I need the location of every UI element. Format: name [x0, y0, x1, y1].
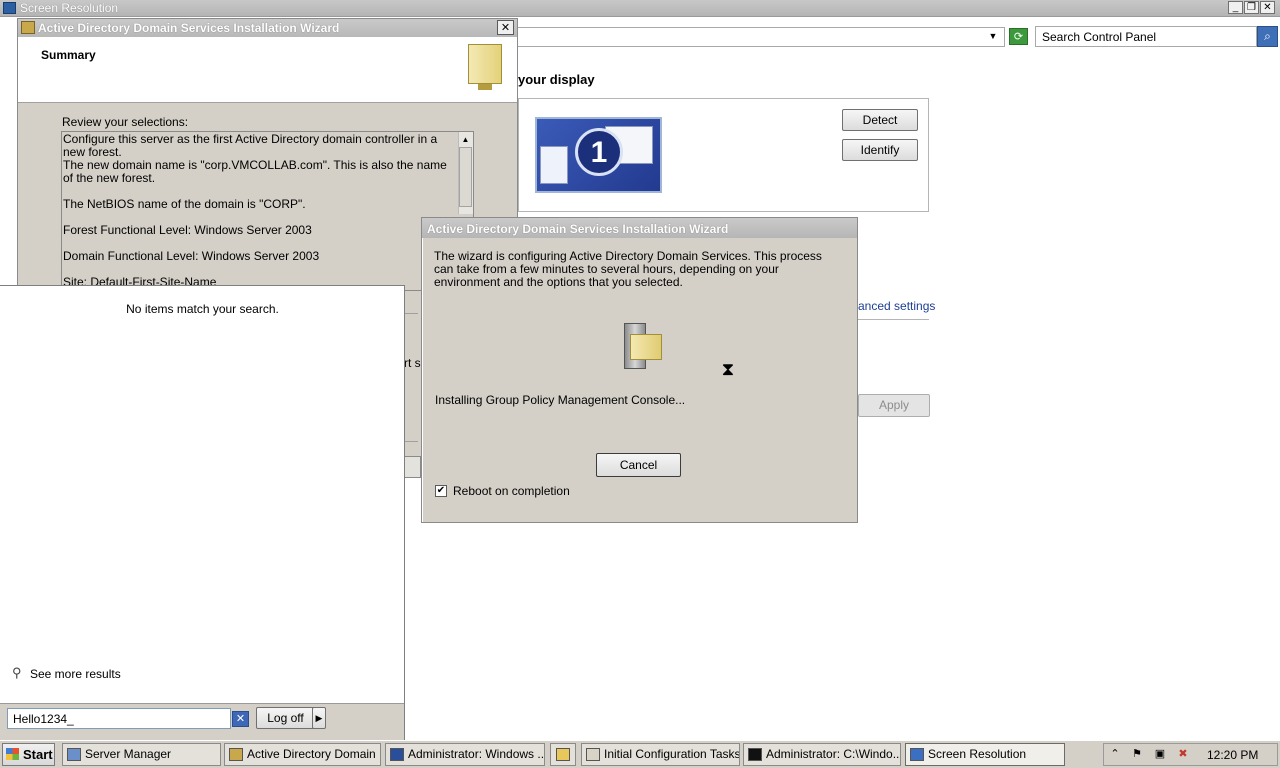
reboot-on-completion-label[interactable]: Reboot on completion	[453, 484, 570, 498]
screen-resolution-titlebar	[0, 0, 1280, 17]
no-items-message: No items match your search.	[126, 302, 279, 316]
wizard-app-icon	[21, 21, 35, 34]
volume-muted-icon[interactable]: ✖	[1176, 747, 1190, 761]
screen-resolution-app-icon	[3, 2, 16, 14]
shutdown-options-arrow-icon[interactable]: ▶	[312, 707, 326, 729]
cancel-button[interactable]: Cancel	[596, 453, 681, 477]
show-hidden-icons-icon[interactable]: ⌃	[1108, 747, 1122, 761]
monitor-window-thumbnail	[540, 146, 568, 184]
apply-button[interactable]: Apply	[858, 394, 930, 417]
summary-line: The new domain name is "corp.VMCOLLAB.co…	[63, 158, 447, 185]
clear-search-icon[interactable]: ✕	[232, 711, 249, 727]
reboot-on-completion-checkbox[interactable]: ✔	[435, 485, 447, 497]
minimize-button[interactable]: _	[1228, 1, 1243, 14]
progress-message: The wizard is configuring Active Directo…	[434, 249, 822, 289]
start-search-input[interactable]: Hello1234_	[7, 708, 231, 729]
windows-logo-icon	[6, 748, 19, 760]
wizard-close-button[interactable]: ✕	[497, 20, 514, 35]
folder-icon	[556, 748, 570, 761]
wizard-header	[18, 37, 517, 103]
chevron-down-icon[interactable]: ▼	[987, 30, 999, 42]
command-prompt-icon	[748, 748, 762, 761]
taskbar-server-manager[interactable]: Server Manager	[62, 743, 221, 766]
network-icon[interactable]: ▣	[1153, 747, 1167, 761]
hourglass-cursor-icon: ⧗	[721, 359, 735, 379]
review-selections-label: Review your selections:	[62, 115, 189, 129]
search-control-panel-input[interactable]: Search Control Panel	[1035, 26, 1257, 47]
scrollbar-thumb[interactable]	[459, 147, 472, 207]
search-icon[interactable]: ⌕	[1257, 26, 1278, 47]
close-button[interactable]: ✕	[1260, 1, 1275, 14]
refresh-icon[interactable]: ⟳	[1009, 28, 1028, 45]
taskbar-initial-configuration[interactable]: Initial Configuration Tasks	[581, 743, 740, 766]
directory-book-icon	[630, 334, 662, 360]
ad-wizard-icon	[229, 748, 243, 761]
wizard-partial-button[interactable]	[404, 456, 421, 478]
address-box[interactable]	[470, 27, 1005, 47]
summary-line: Forest Functional Level: Windows Server …	[63, 223, 312, 237]
clock[interactable]: 12:20 PM	[1207, 748, 1258, 762]
taskbar-ad-wizard[interactable]: Active Directory Domain ...	[224, 743, 381, 766]
log-off-button[interactable]: Log off	[256, 707, 315, 729]
identify-button[interactable]: Identify	[842, 139, 918, 161]
taskbar-powershell[interactable]: Administrator: Windows ...	[385, 743, 545, 766]
book-stand-icon	[478, 84, 492, 90]
screen-resolution-icon	[910, 748, 924, 761]
wizard-title: Active Directory Domain Services Install…	[38, 21, 340, 35]
monitor-number-badge: 1	[575, 128, 623, 176]
taskbar-screen-resolution[interactable]: Screen Resolution	[905, 743, 1065, 766]
summary-line: Configure this server as the first Activ…	[63, 132, 438, 159]
divider	[404, 441, 418, 442]
magnifier-icon[interactable]: ⚲	[12, 666, 26, 680]
action-center-flag-icon[interactable]: ⚑	[1130, 747, 1144, 761]
scroll-up-arrow-icon[interactable]: ▲	[459, 133, 472, 146]
see-more-results-link[interactable]: See more results	[30, 667, 121, 681]
divider	[404, 313, 418, 314]
progress-status: Installing Group Policy Management Conso…	[435, 393, 686, 407]
summary-line: The NetBIOS name of the domain is "CORP"…	[63, 197, 306, 211]
divider	[858, 319, 929, 320]
taskbar-cmd[interactable]: Administrator: C:\Windo...	[743, 743, 901, 766]
display-heading: your display	[518, 72, 595, 87]
server-manager-icon	[67, 748, 81, 761]
screen-resolution-title: Screen Resolution	[20, 1, 119, 15]
wizard-page-title: Summary	[41, 48, 96, 62]
detect-button[interactable]: Detect	[842, 109, 918, 131]
summary-line: Domain Functional Level: Windows Server …	[63, 249, 320, 263]
configuration-icon	[586, 748, 600, 761]
progress-dialog-title: Active Directory Domain Services Install…	[427, 222, 729, 236]
restore-button[interactable]: ❐	[1244, 1, 1259, 14]
powershell-icon	[390, 748, 404, 761]
book-icon	[468, 44, 502, 84]
advanced-settings-link[interactable]: anced settings	[858, 299, 935, 313]
